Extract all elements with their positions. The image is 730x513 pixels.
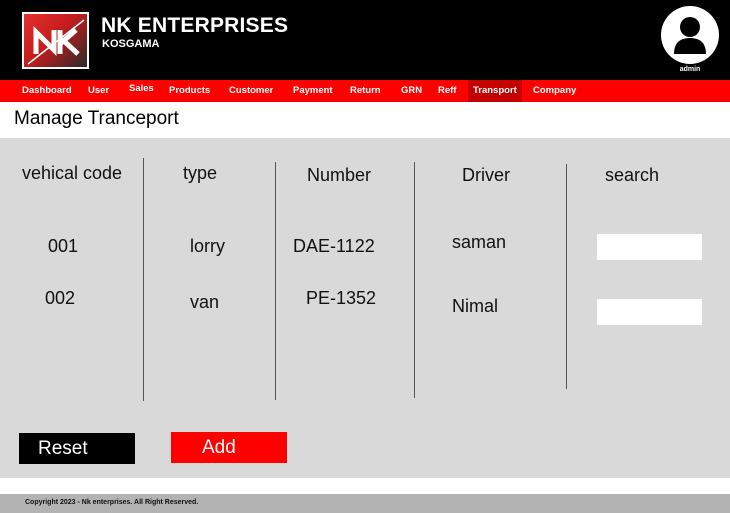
reset-button[interactable]: Reset: [19, 433, 135, 464]
nav-item-transport[interactable]: Transport: [468, 80, 522, 102]
row-1-type: lorry: [190, 236, 225, 256]
user-avatar[interactable]: [661, 6, 719, 64]
page-title: Manage Tranceport: [14, 108, 179, 129]
row-2-search-input[interactable]: [597, 299, 702, 325]
column-divider: [143, 158, 144, 401]
row-2-type: van: [190, 292, 220, 312]
brand-name: NK ENTERPRISES: [101, 14, 289, 37]
column-header-driver: Driver: [462, 165, 510, 185]
user-label: admin: [679, 66, 701, 73]
nk-logo-icon: [27, 19, 85, 65]
footer-copyright: Copyright 2023 - Nk enterprises. All Rig…: [25, 499, 199, 506]
nav-item-return[interactable]: Return: [350, 80, 381, 102]
header: NK ENTERPRISES KOSGAMA admin: [0, 0, 730, 80]
footer: Copyright 2023 - Nk enterprises. All Rig…: [0, 494, 730, 513]
nav-item-sales[interactable]: Sales: [129, 78, 154, 100]
nav-item-company[interactable]: Company: [533, 80, 576, 102]
column-header-search: search: [605, 165, 660, 185]
user-icon: [674, 17, 706, 54]
page: NK ENTERPRISES KOSGAMA admin Dashboard U…: [0, 0, 730, 513]
transport-table-panel: vehical code type Number Driver search 0…: [0, 138, 730, 478]
nav-item-grn[interactable]: GRN: [401, 80, 422, 102]
row-2-vehicle-code: 002: [45, 288, 76, 308]
add-button[interactable]: Add: [171, 432, 287, 463]
column-header-number: Number: [307, 165, 372, 185]
row-2-driver: Nimal: [452, 296, 499, 316]
row-1-driver: saman: [452, 232, 507, 252]
nav-item-user[interactable]: User: [88, 80, 109, 102]
row-1-search-input[interactable]: [597, 234, 702, 260]
nav-item-dashboard[interactable]: Dashboard: [22, 80, 72, 102]
row-1-vehicle-code: 001: [48, 236, 79, 256]
column-divider: [414, 162, 415, 398]
row-2-number: PE-1352: [306, 288, 377, 308]
row-1-number: DAE-1122: [293, 236, 375, 256]
column-header-vehicle-code: vehical code: [22, 163, 123, 183]
nav-item-payment[interactable]: Payment: [293, 80, 333, 102]
nav-item-customer[interactable]: Customer: [229, 80, 273, 102]
nav-bar: Dashboard User Sales Products Customer P…: [0, 80, 730, 102]
column-divider: [566, 164, 567, 389]
brand-logo[interactable]: [22, 12, 89, 69]
nav-item-products[interactable]: Products: [169, 80, 210, 102]
column-header-type: type: [183, 163, 218, 183]
brand-subtitle: KOSGAMA: [102, 38, 160, 50]
column-divider: [275, 162, 276, 400]
nav-item-reff[interactable]: Reff: [438, 80, 456, 102]
